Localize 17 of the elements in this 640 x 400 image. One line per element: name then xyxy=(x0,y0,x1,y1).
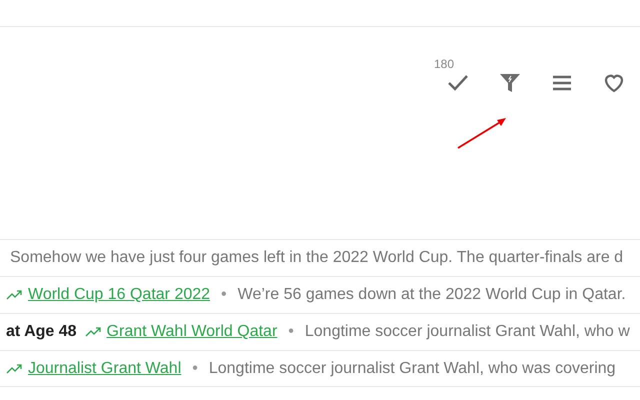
separator-dot: • xyxy=(220,285,228,305)
arrow-annotation xyxy=(458,118,506,149)
separator-dot: • xyxy=(287,322,295,342)
filter-icon xyxy=(498,71,522,95)
trend-link[interactable]: Grant Wahl World Qatar xyxy=(84,320,278,344)
separator-dot: • xyxy=(191,358,199,378)
snippet-text: Somehow we have just four games left in the 2022 World Cup. The quarter-finals are d xyxy=(10,248,624,268)
count-label: 180 xyxy=(434,58,454,70)
trend-link[interactable]: Journalist Grant Wahl xyxy=(6,356,182,380)
headline: at Age 48 xyxy=(6,322,77,342)
trending-icon xyxy=(84,327,102,337)
trending-icon xyxy=(6,290,23,300)
snippet-text: We’re 56 games down at the 2022 World Cup in Qatar. xyxy=(238,285,626,305)
trend-link[interactable]: World Cup 16 Qatar 2022 xyxy=(6,283,210,307)
snippet-text: Longtime soccer journalist Grant Wahl, who w xyxy=(304,322,630,342)
snippet-text: Longtime soccer journalist Grant Wahl, who was covering xyxy=(208,358,616,378)
trending-icon xyxy=(6,364,23,374)
